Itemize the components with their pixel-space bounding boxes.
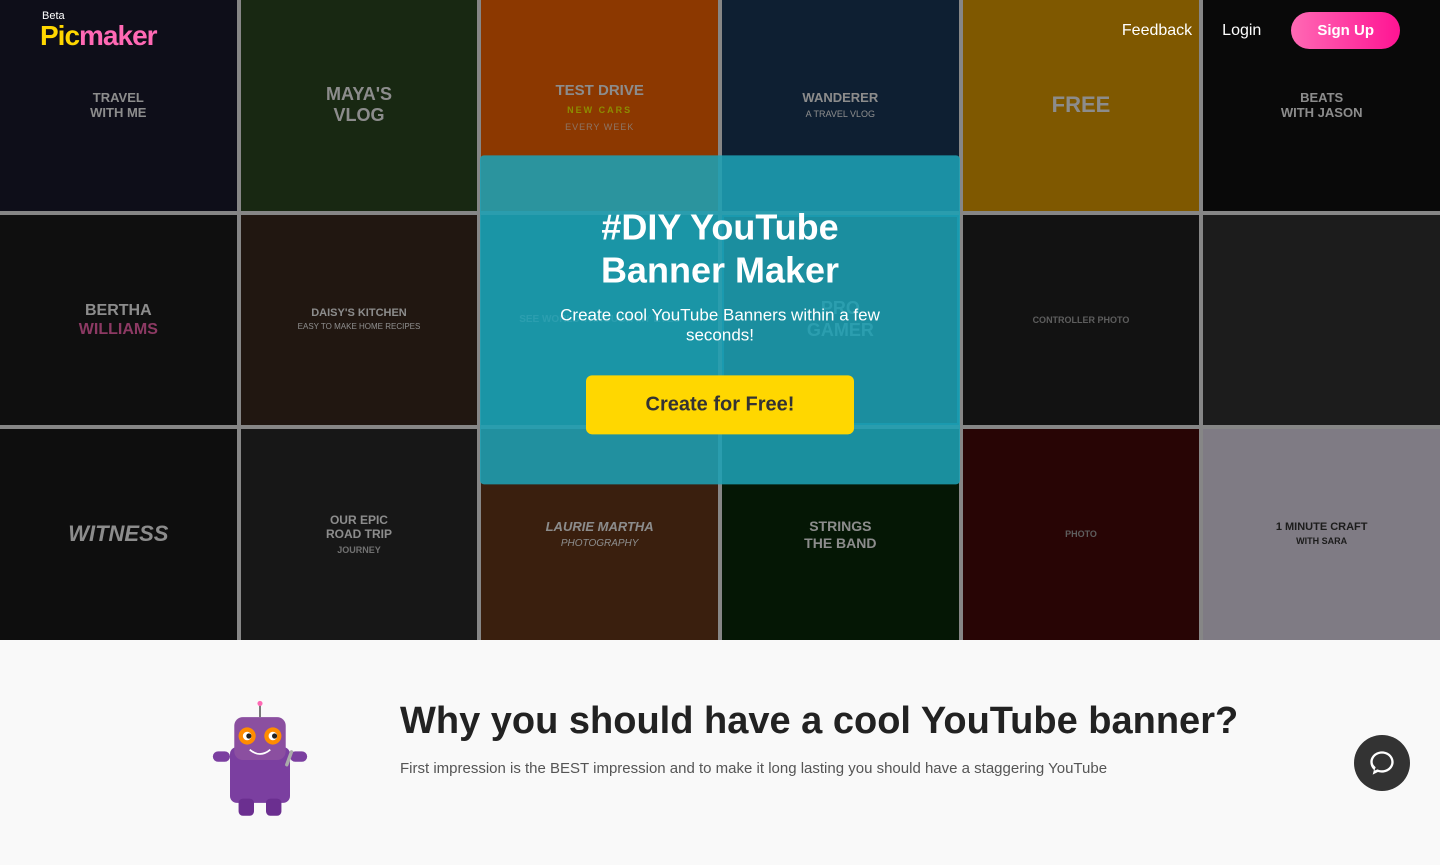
hero-card: #DIY YouTube Banner Maker Create cool Yo… <box>480 155 960 484</box>
mascot-icon <box>200 700 320 820</box>
logo-text: Picmaker <box>40 22 157 50</box>
hero-title: #DIY YouTube Banner Maker <box>540 205 900 291</box>
why-section: Why you should have a cool YouTube banne… <box>400 700 1238 781</box>
login-link[interactable]: Login <box>1222 22 1261 40</box>
nav-links: Feedback Login Sign Up <box>1122 12 1400 49</box>
hero-subtitle: Create cool YouTube Banners within a few… <box>540 306 900 346</box>
chat-icon <box>1368 749 1396 777</box>
why-heading: Why you should have a cool YouTube banne… <box>400 700 1238 743</box>
navbar: Beta Picmaker Feedback Login Sign Up <box>0 0 1440 61</box>
why-description: First impression is the BEST impression … <box>400 757 1238 781</box>
chat-button[interactable] <box>1354 735 1410 791</box>
signup-button[interactable]: Sign Up <box>1291 12 1400 49</box>
below-hero-section: Why you should have a cool YouTube banne… <box>0 640 1440 865</box>
logo[interactable]: Beta Picmaker <box>40 11 157 50</box>
feedback-link[interactable]: Feedback <box>1122 22 1192 40</box>
mascot-area <box>200 700 350 825</box>
hero-section: TRAVELWITH ME MAYA'SVLOG TEST DRIVENEW C… <box>0 0 1440 640</box>
create-free-button[interactable]: Create for Free! <box>586 376 855 435</box>
